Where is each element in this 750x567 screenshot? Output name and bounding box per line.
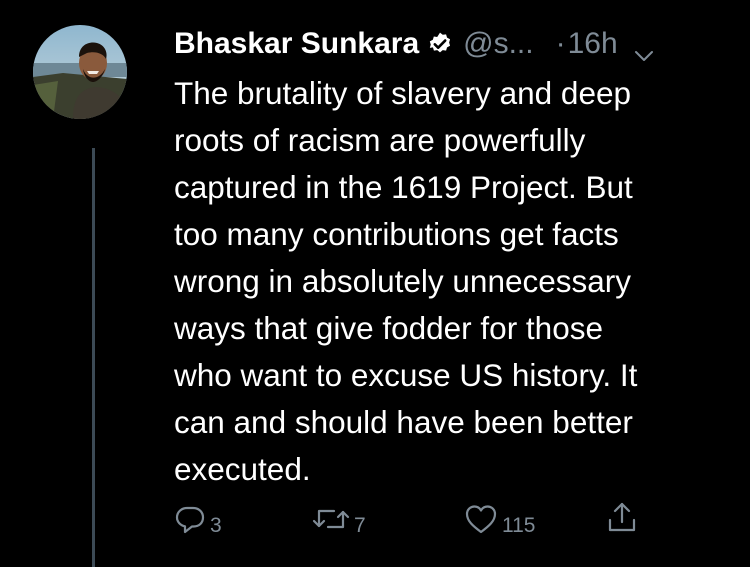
tweet-actions: 3 7 115 [174,500,654,540]
author-display-name[interactable]: Bhaskar Sunkara [174,27,419,61]
tweet[interactable]: Bhaskar Sunkara @s... · 16h The brutalit… [0,0,750,567]
reply-count: 3 [210,514,222,537]
retweet-icon [312,504,350,534]
retweet-button[interactable]: 7 [312,500,366,538]
like-count: 115 [502,514,536,537]
share-icon [606,500,638,534]
author-handle[interactable]: @s... [463,27,533,61]
chevron-down-icon[interactable] [634,37,654,61]
tweet-content: Bhaskar Sunkara @s... · 16h The brutalit… [174,22,734,487]
separator: · [555,27,566,60]
tweet-header: Bhaskar Sunkara @s... · 16h [174,22,734,66]
heart-icon [464,503,498,535]
tweet-text: The brutality of slavery and deep roots … [174,75,638,487]
verified-badge-icon [427,31,453,57]
avatar-photo [33,25,127,119]
avatar[interactable] [33,25,127,119]
share-button[interactable] [606,500,638,534]
retweet-count: 7 [354,514,366,537]
reply-icon [174,503,206,535]
thread-line [92,148,95,567]
reply-button[interactable]: 3 [174,500,222,538]
timestamp[interactable]: 16h [568,27,618,61]
like-button[interactable]: 115 [464,500,535,538]
